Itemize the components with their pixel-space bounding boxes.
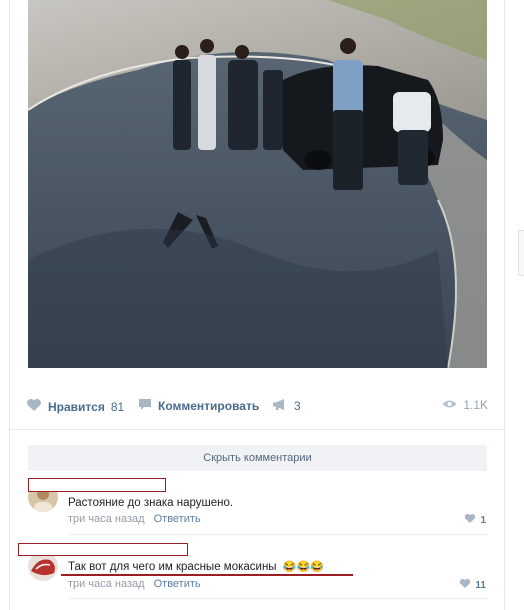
laughing-emoji-icon: 😂😂😂 <box>282 561 324 573</box>
like-button[interactable]: Нравится 81 <box>26 398 124 415</box>
comment-like-button[interactable]: 1 <box>464 513 486 527</box>
like-label: Нравится <box>48 399 105 414</box>
comment-like-count: 1 <box>480 514 486 526</box>
neighbour-panel-edge <box>518 230 524 276</box>
reply-link[interactable]: Ответить <box>154 578 201 590</box>
like-count: 81 <box>110 399 125 414</box>
post-photo[interactable] <box>28 0 487 368</box>
heart-icon <box>26 398 42 415</box>
divider <box>10 429 504 430</box>
comment-time: три часа назад <box>68 578 145 590</box>
comment-label: Комментировать <box>158 399 260 413</box>
comment-button[interactable]: Комментировать <box>138 398 259 414</box>
reply-link[interactable]: Ответить <box>154 513 201 525</box>
post-actions: Нравится 81 Комментировать 3 1.1K <box>26 392 488 420</box>
comment-text: Растояние до знака нарушено. <box>68 497 234 509</box>
share-count: 3 <box>294 399 301 413</box>
eye-icon <box>442 398 457 412</box>
comment-time: три часа назад <box>68 513 145 525</box>
views-counter: 1.1K <box>442 398 488 412</box>
hide-comments-button[interactable]: Скрыть комментарии <box>28 445 487 471</box>
author-name-redaction <box>18 543 188 556</box>
share-button[interactable]: 3 <box>272 398 301 414</box>
comment-divider <box>68 534 488 535</box>
comment-item: Растояние до знака нарушено. три часа на… <box>28 478 488 530</box>
comment-like-count: 11 <box>475 579 486 591</box>
megaphone-icon <box>272 398 288 414</box>
comment-text-body: Так вот для чего им красные мокасины <box>68 561 277 573</box>
views-count: 1.1K <box>463 398 488 412</box>
page: Нравится 81 Комментировать 3 1.1K Скрыть… <box>0 0 524 610</box>
author-name-redaction <box>28 478 166 492</box>
photo-illustration <box>28 0 487 368</box>
comment-underline <box>61 574 353 576</box>
comment-divider <box>68 598 488 599</box>
comment-like-button[interactable]: 11 <box>459 578 486 592</box>
heart-icon <box>464 513 476 527</box>
comment-text: Так вот для чего им красные мокасины 😂😂😂 <box>68 560 324 573</box>
comment-meta: три часа назад Ответить <box>68 513 201 525</box>
comment-meta: три часа назад Ответить <box>68 578 201 590</box>
comment-icon <box>138 398 152 414</box>
heart-icon <box>459 578 471 592</box>
comment-item: Так вот для чего им красные мокасины 😂😂😂… <box>18 543 488 593</box>
